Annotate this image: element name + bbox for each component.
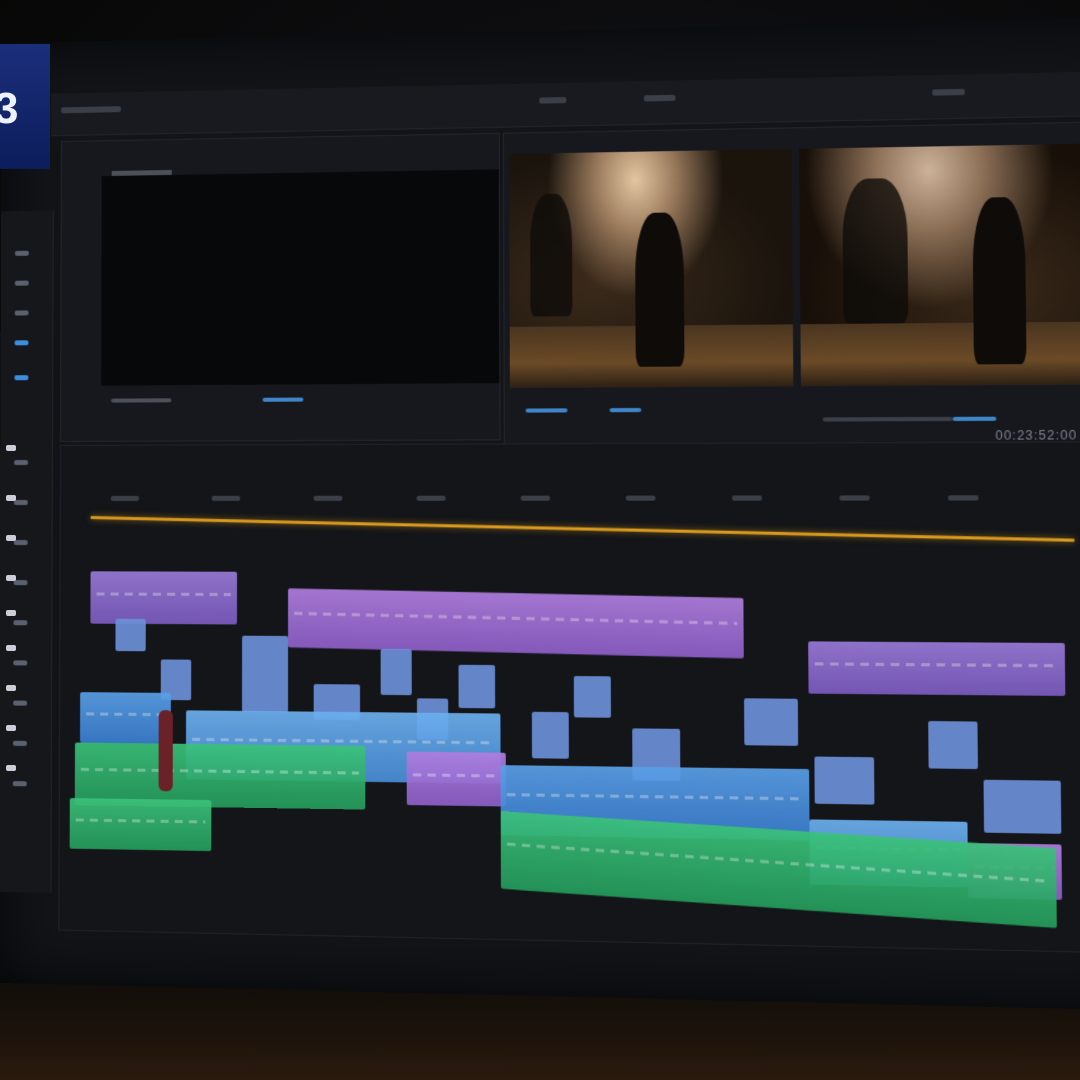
timeline-clip[interactable] (242, 636, 288, 713)
tool-icon[interactable] (14, 500, 28, 505)
timeline-clip[interactable] (984, 780, 1062, 834)
scrub-bar[interactable] (823, 417, 953, 422)
timeline-clip[interactable] (80, 692, 171, 744)
track-lock-icon[interactable] (6, 495, 16, 501)
monitor-screen: 00:23:52:00 (0, 17, 1080, 1011)
source-monitor-panel (60, 133, 501, 442)
tool-icon[interactable] (14, 460, 28, 465)
track-lock-icon[interactable] (6, 645, 16, 651)
tool-icon[interactable] (15, 251, 29, 256)
frame-ground (800, 321, 1080, 386)
program-frame-right[interactable] (799, 143, 1080, 386)
menu-item[interactable] (539, 97, 566, 104)
tool-icon[interactable] (14, 580, 28, 585)
audio-clip[interactable] (70, 798, 212, 851)
playback-control[interactable] (610, 408, 642, 412)
program-frame-left[interactable] (509, 149, 793, 388)
razor-tool-icon[interactable] (14, 375, 28, 380)
tool-icon[interactable] (13, 620, 27, 625)
person-silhouette (972, 197, 1026, 365)
track-lock-icon[interactable] (6, 535, 16, 541)
program-monitor-panel (503, 121, 1080, 461)
track-lock-icon[interactable] (6, 725, 16, 731)
tools-column (0, 211, 54, 893)
track-lock-icon[interactable] (6, 765, 16, 771)
selected-clip-marker[interactable] (159, 710, 173, 791)
track-lock-icon[interactable] (6, 610, 16, 616)
timeline-clip[interactable] (288, 588, 744, 658)
tool-icon[interactable] (15, 310, 29, 315)
timeline-clip[interactable] (814, 757, 874, 805)
track-lock-icon[interactable] (6, 445, 16, 451)
timeline-clip[interactable] (407, 752, 506, 807)
tool-icon[interactable] (13, 741, 27, 746)
playback-control[interactable] (953, 417, 997, 421)
timeline-clip[interactable] (808, 641, 1065, 696)
brand-badge: 3 (0, 44, 50, 169)
timeline-clip[interactable] (90, 571, 237, 624)
timeline-clip[interactable] (458, 665, 495, 709)
playback-control[interactable] (263, 398, 304, 402)
person-silhouette (635, 212, 684, 367)
timeline-panel (58, 441, 1080, 953)
in-point-label (111, 398, 171, 402)
tool-icon[interactable] (13, 701, 27, 706)
tool-icon[interactable] (14, 540, 28, 545)
playback-control[interactable] (526, 408, 568, 412)
menu-item[interactable] (61, 106, 121, 113)
timeline-clip[interactable] (115, 619, 145, 652)
selection-tool-icon[interactable] (15, 340, 29, 345)
menu-item[interactable] (644, 95, 676, 102)
timeline-clip[interactable] (532, 712, 569, 759)
tree-silhouette (842, 178, 908, 324)
source-viewer[interactable] (101, 169, 499, 385)
timeline-clip[interactable] (744, 698, 798, 746)
brand-letter: 3 (0, 84, 18, 134)
tool-icon[interactable] (13, 781, 27, 786)
tree-silhouette (530, 194, 572, 317)
timeline-clip[interactable] (574, 676, 611, 718)
tool-icon[interactable] (13, 660, 27, 665)
timeline-clip[interactable] (928, 721, 978, 769)
timeline-clip[interactable] (381, 649, 412, 695)
tool-icon[interactable] (15, 281, 29, 286)
menu-item[interactable] (932, 89, 965, 96)
track-lock-icon[interactable] (6, 685, 16, 691)
photo-background: 3 00:23:52:00 (0, 0, 1080, 1080)
track-lock-icon[interactable] (6, 575, 16, 581)
